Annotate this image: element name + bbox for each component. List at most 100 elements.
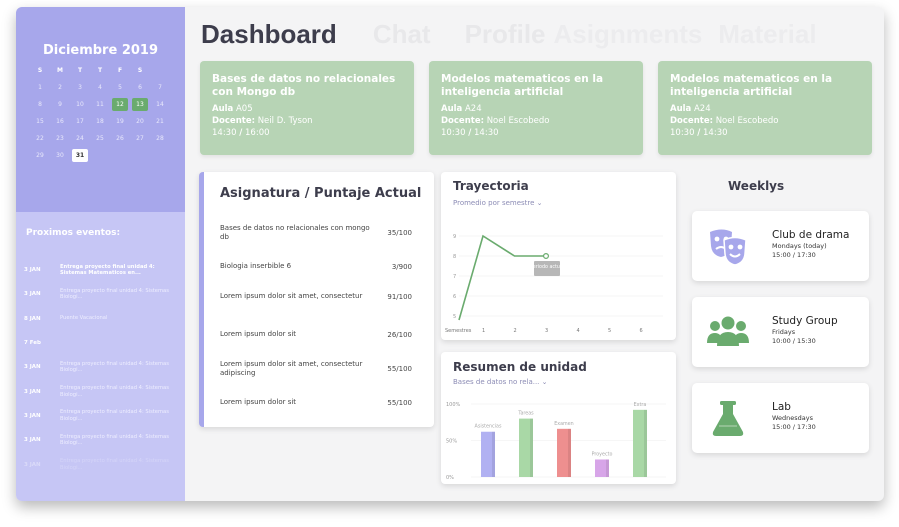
calendar-day[interactable]: 12 [112,98,128,111]
calendar-day[interactable]: 6 [132,81,148,94]
event-item[interactable]: 3 JAN Entrega proyecto final unidad 4: Si… [24,452,182,476]
weekly-time: 15:00 / 17:30 [772,423,816,431]
calendar-day[interactable]: 14 [152,98,168,111]
weekly-time: 10:00 / 15:30 [772,337,816,345]
calendar-day[interactable]: 22 [32,132,48,145]
tab-chat[interactable]: Chat [373,19,431,51]
weekly-day: Fridays [772,328,796,336]
bar-label: Examen [554,421,573,427]
calendar-day[interactable]: 26 [112,132,128,145]
upcoming-events: Proximos eventos: 3 JAN Entrega proyecto … [16,212,185,501]
event-item[interactable]: 3 JAN Entrega proyecto final unidad 4: Si… [24,355,182,379]
calendar-day[interactable]: 10 [72,98,88,111]
calendar-day[interactable]: 4 [92,81,108,94]
event-item[interactable]: 3 JAN Entrega proyecto final unidad 4: Si… [24,404,182,428]
tab-asignments[interactable]: Asignments [554,19,703,51]
calendar-day[interactable]: 2 [52,81,68,94]
x-axis-label: Semestres [445,328,472,334]
weekly-day: Mondays (today) [772,242,827,250]
calendar-month[interactable]: Diciembre 2019 [16,43,185,58]
event-item[interactable]: 7 Feb [24,331,182,355]
class-card[interactable]: Modelos matematicos en la inteligencia a… [429,61,643,155]
grade-row[interactable]: Lorem ipsum dolor sit 55/100 [220,398,412,407]
x-tick-label: 2 [514,328,517,334]
calendar-day[interactable]: 25 [92,132,108,145]
calendar-day[interactable]: 3 [72,81,88,94]
event-item[interactable]: 3 JAN Entrega proyecto final unidad 4: Si… [24,428,182,452]
calendar-day[interactable]: 29 [32,149,48,162]
calendar-day[interactable]: 30 [52,149,68,162]
y-tick-label: 7 [453,274,456,280]
class-teacher: Docente: Noel Escobedo [670,116,779,126]
event-date: 3 JAN [24,388,41,395]
calendar-day[interactable]: 28 [152,132,168,145]
calendar-day[interactable]: 31 [72,149,88,162]
x-tick-label: 3 [545,328,548,334]
y-tick-label: 5 [453,314,456,320]
class-teacher: Docente: Noel Escobedo [441,116,550,126]
bar-shade [568,428,571,477]
weekly-card-drama[interactable]: Club de drama Mondays (today) 15:00 / 17… [692,211,869,281]
calendar-day[interactable]: 20 [132,115,148,128]
class-room: Aula A24 [441,104,482,114]
tab-profile[interactable]: Profile [465,19,546,51]
events-list: 3 JAN Entrega proyecto final unidad 4: Si… [24,258,182,477]
class-teacher: Docente: Neil D. Tyson [212,116,313,126]
event-date: 8 JAN [24,315,41,322]
event-item[interactable]: 8 JAN Puente Vacacional [24,307,182,331]
calendar-day[interactable]: 27 [132,132,148,145]
trajectory-chart: 5 6 7 8 9 Semestres 1 2 3 4 5 6 periodo actual [445,234,663,334]
calendar-day[interactable]: 15 [32,115,48,128]
weekly-card-study-group[interactable]: Study Group Fridays 10:00 / 15:30 [692,297,869,367]
calendar-day[interactable]: 8 [32,98,48,111]
grade-row[interactable]: Lorem ipsum dolor sit amet, consectetur … [220,360,412,378]
class-title: Modelos matematicos en la inteligencia a… [441,73,604,98]
y-tick-label: 6 [453,294,456,300]
app-window: Diciembre 2019 S M T T F S 1 2 3 4 5 6 7 8 9 10 11 12 13 14… [16,7,884,501]
bar-label: Proyecto [592,451,613,457]
weekly-day: Wednesdays [772,414,814,422]
calendar-day[interactable]: 23 [52,132,68,145]
class-time: 10:30 / 14:30 [670,128,728,138]
tab-dashboard[interactable]: Dashboard [201,19,337,51]
calendar-day[interactable]: 13 [132,98,148,111]
calendar-day[interactable]: 11 [92,98,108,111]
event-item[interactable]: 3 JAN Entrega proyecto final unidad 4: Si… [24,282,182,306]
class-card[interactable]: Modelos matematicos en la inteligencia a… [658,61,872,155]
calendar-day[interactable]: 1 [32,81,48,94]
calendar-day[interactable]: 9 [52,98,68,111]
calendar-day[interactable]: 24 [72,132,88,145]
calendar-day[interactable]: 5 [112,81,128,94]
tab-material[interactable]: Material [718,19,816,51]
event-item[interactable]: 3 JAN Entrega proyecto final unidad 4: Si… [24,258,182,282]
calendar-day[interactable]: 16 [52,115,68,128]
class-card[interactable]: Bases de datos no relacionales con Mongo… [200,61,414,155]
calendar-day[interactable]: 21 [152,115,168,128]
bar-shade [530,418,533,477]
weekly-name: Club de drama [772,229,850,241]
class-title: Modelos matematicos en la inteligencia a… [670,73,833,98]
calendar-day[interactable]: 18 [92,115,108,128]
calendar-day[interactable]: 7 [152,81,168,94]
grade-row[interactable]: Bases de datos no relacionales con mongo… [220,224,412,242]
x-tick-label: 5 [608,328,611,334]
bar-shade [606,459,609,477]
event-text: Entrega proyecto final unidad 4: Sistema… [60,409,169,422]
y-tick-label: 100% [446,402,461,408]
grade-row[interactable]: Lorem ipsum dolor sit amet, consectetur 9… [220,292,412,301]
weekday-label: M [57,67,63,74]
calendar-day[interactable]: 19 [112,115,128,128]
event-item[interactable]: 3 JAN Entrega proyecto final unidad 4: Si… [24,379,182,403]
weekday-label: F [117,67,123,74]
y-tick-label: 8 [453,254,456,260]
y-tick-label: 50% [446,439,457,445]
class-title: Bases de datos no relacionales con Mongo… [212,73,396,98]
grade-row[interactable]: Lorem ipsum dolor sit 26/100 [220,330,412,339]
event-date: 3 JAN [24,364,41,371]
weekly-card-lab[interactable]: Lab Wednesdays 15:00 / 17:30 [692,383,869,453]
weekly-name: Lab [772,401,791,413]
bar-shade [492,431,495,477]
calendar-day[interactable]: 17 [72,115,88,128]
grade-row[interactable]: Biologia inserbible 6 3/900 [220,262,412,271]
event-text: Entrega proyecto final unidad 4: Sistema… [60,458,169,471]
